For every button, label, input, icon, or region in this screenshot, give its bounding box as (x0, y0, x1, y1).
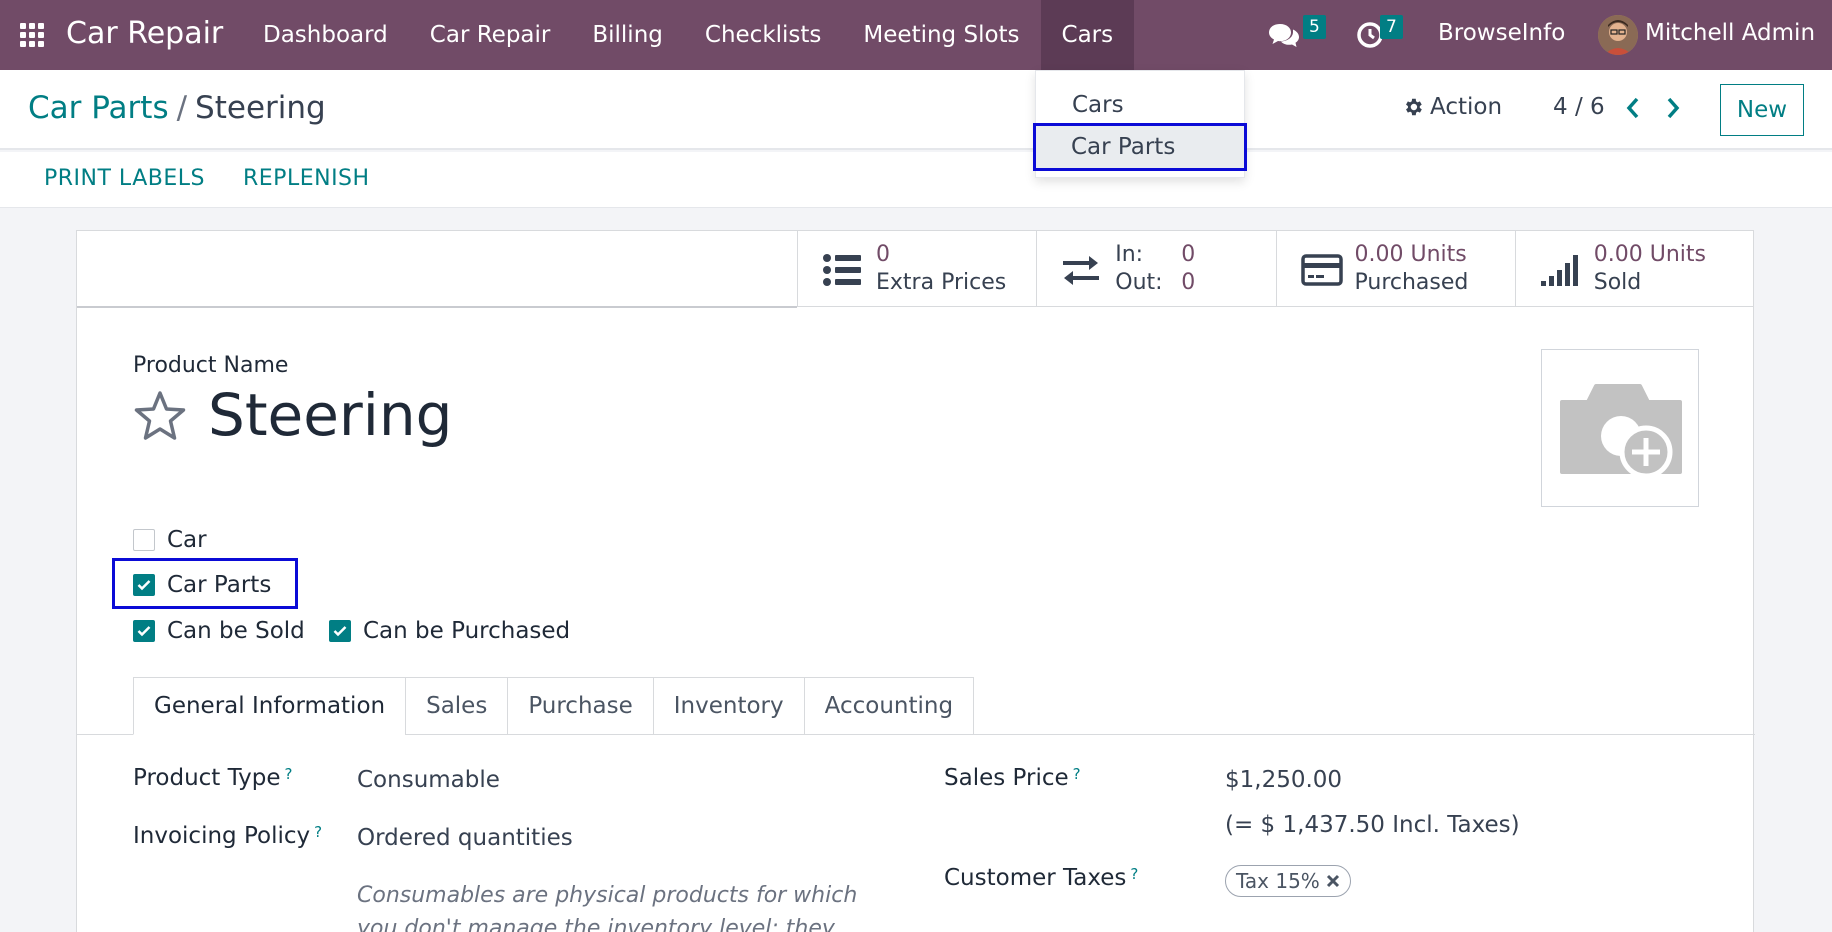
product-type-field[interactable]: Consumable (357, 767, 500, 793)
replenish-button[interactable]: REPLENISH (243, 166, 370, 191)
can-be-purchased-checkbox-label: Can be Purchased (363, 618, 571, 644)
action-label: Action (1430, 94, 1503, 120)
car-checkbox-label: Car (167, 527, 207, 553)
star-favorite-icon[interactable] (131, 389, 189, 449)
price-incl-taxes: (= $ 1,437.50 Incl. Taxes) (1225, 812, 1520, 838)
smart-button-box: 0 Extra Prices In: 0 Out: 0 0.00 Units P… (797, 231, 1754, 307)
extra-prices-button[interactable]: 0 Extra Prices (797, 231, 1036, 307)
purchased-value: 0.00 Units (1354, 242, 1467, 267)
company-switcher[interactable]: BrowseInfo (1438, 20, 1565, 46)
credit-card-icon (1300, 253, 1343, 291)
car-checkbox[interactable]: Car (133, 527, 207, 553)
nav-menu: Dashboard Car Repair Billing Checklists … (242, 0, 1135, 70)
can-be-sold-checkbox-box[interactable] (133, 620, 155, 642)
user-avatar[interactable] (1598, 15, 1638, 55)
nav-item-billing[interactable]: Billing (571, 0, 684, 70)
list-icon (822, 253, 862, 291)
exchange-arrows-icon (1061, 253, 1101, 291)
form-tabs: General Information Sales Purchase Inven… (133, 677, 975, 735)
help-tooltip-icon[interactable]: ? (1130, 865, 1138, 883)
breadcrumb-parent-link[interactable]: Car Parts (28, 90, 169, 126)
checkmark-icon (137, 626, 151, 637)
customer-taxes-label: Customer Taxes? (944, 865, 1139, 891)
nav-item-dashboard[interactable]: Dashboard (242, 0, 409, 70)
product-name-label: Product Name (133, 353, 289, 378)
purchased-label: Purchased (1354, 270, 1469, 295)
checkmark-icon (333, 626, 347, 637)
form-sheet: 0 Extra Prices In: 0 Out: 0 0.00 Units P… (76, 230, 1755, 932)
cars-dropdown-menu: Cars Car Parts (1033, 70, 1247, 178)
can-be-sold-checkbox[interactable]: Can be Sold (133, 618, 305, 644)
gear-icon (1406, 98, 1422, 116)
form-toolbar: PRINT LABELS REPLENISH (0, 152, 1832, 208)
out-value: 0 (1181, 270, 1196, 295)
messages-count-badge: 5 (1303, 15, 1326, 39)
help-tooltip-icon[interactable]: ? (284, 765, 292, 783)
nav-item-meeting-slots[interactable]: Meeting Slots (842, 0, 1040, 70)
button-box-divider (77, 306, 797, 308)
dropdown-item-car-parts[interactable]: Car Parts (1033, 123, 1247, 171)
app-brand[interactable]: Car Repair (66, 16, 223, 51)
tab-purchase[interactable]: Purchase (507, 677, 654, 735)
breadcrumb: Car Parts / Steering (28, 90, 326, 126)
sales-price-field[interactable]: $1,250.00 (1225, 767, 1342, 793)
product-image-upload[interactable] (1541, 349, 1699, 507)
chevron-left-icon[interactable] (1622, 94, 1646, 122)
remove-tag-icon[interactable] (1326, 874, 1340, 888)
activities-count-badge: 7 (1380, 15, 1403, 39)
control-panel: Car Parts / Steering Action 4 / 6 New (0, 70, 1832, 150)
main-navbar: Car Repair Dashboard Car Repair Billing … (0, 0, 1832, 70)
action-menu-button[interactable]: Action (1402, 94, 1502, 120)
sold-label: Sold (1593, 270, 1642, 295)
chevron-right-icon[interactable] (1660, 94, 1684, 122)
tax-tag-label: Tax 15% (1236, 869, 1320, 893)
print-labels-button[interactable]: PRINT LABELS (44, 166, 205, 191)
breadcrumb-current: Steering (195, 90, 326, 126)
extra-prices-label: Extra Prices (876, 270, 1007, 295)
can-be-sold-checkbox-label: Can be Sold (167, 618, 305, 644)
in-label: In: (1115, 242, 1144, 267)
product-type-help-note: Consumables are physical products for wh… (357, 883, 858, 932)
messages-icon[interactable] (1268, 20, 1300, 54)
car-checkbox-box[interactable] (133, 529, 155, 551)
tab-inventory[interactable]: Inventory (652, 677, 805, 735)
camera-plus-icon (1560, 384, 1682, 479)
tax-tag: Tax 15% (1225, 865, 1351, 897)
extra-prices-value: 0 (876, 242, 890, 267)
breadcrumb-separator: / (176, 90, 188, 126)
invoicing-policy-label: Invoicing Policy? (133, 823, 323, 849)
invoicing-policy-field[interactable]: Ordered quantities (357, 825, 573, 851)
tab-general-information[interactable]: General Information (133, 677, 407, 735)
user-menu[interactable]: Mitchell Admin (1645, 20, 1815, 46)
product-type-label: Product Type? (133, 765, 293, 791)
can-be-purchased-checkbox[interactable]: Can be Purchased (329, 618, 570, 644)
help-tooltip-icon[interactable]: ? (1073, 765, 1081, 783)
help-tooltip-icon[interactable]: ? (314, 823, 322, 841)
sold-button[interactable]: 0.00 Units Sold (1514, 231, 1754, 307)
nav-item-cars[interactable]: Cars (1040, 0, 1135, 70)
can-be-purchased-checkbox-box[interactable] (329, 620, 351, 642)
signal-bars-icon (1540, 253, 1580, 291)
tab-accounting[interactable]: Accounting (803, 677, 975, 735)
purchased-button[interactable]: 0.00 Units Purchased (1275, 231, 1515, 307)
in-value: 0 (1181, 242, 1196, 267)
nav-item-checklists[interactable]: Checklists (684, 0, 843, 70)
out-label: Out: (1115, 270, 1163, 295)
tab-sales[interactable]: Sales (405, 677, 509, 735)
car-parts-highlight-box (112, 558, 298, 609)
in-out-button[interactable]: In: 0 Out: 0 (1036, 231, 1275, 307)
product-name-input[interactable]: Steering (208, 381, 452, 449)
new-record-button[interactable]: New (1720, 84, 1804, 136)
pager-value[interactable]: 4 / 6 (1553, 94, 1605, 120)
sold-value: 0.00 Units (1593, 242, 1706, 267)
apps-grid-icon[interactable] (20, 23, 46, 47)
nav-item-car-repair[interactable]: Car Repair (409, 0, 572, 70)
sales-price-label: Sales Price? (944, 765, 1081, 791)
dropdown-item-cars[interactable]: Cars (1036, 83, 1244, 127)
